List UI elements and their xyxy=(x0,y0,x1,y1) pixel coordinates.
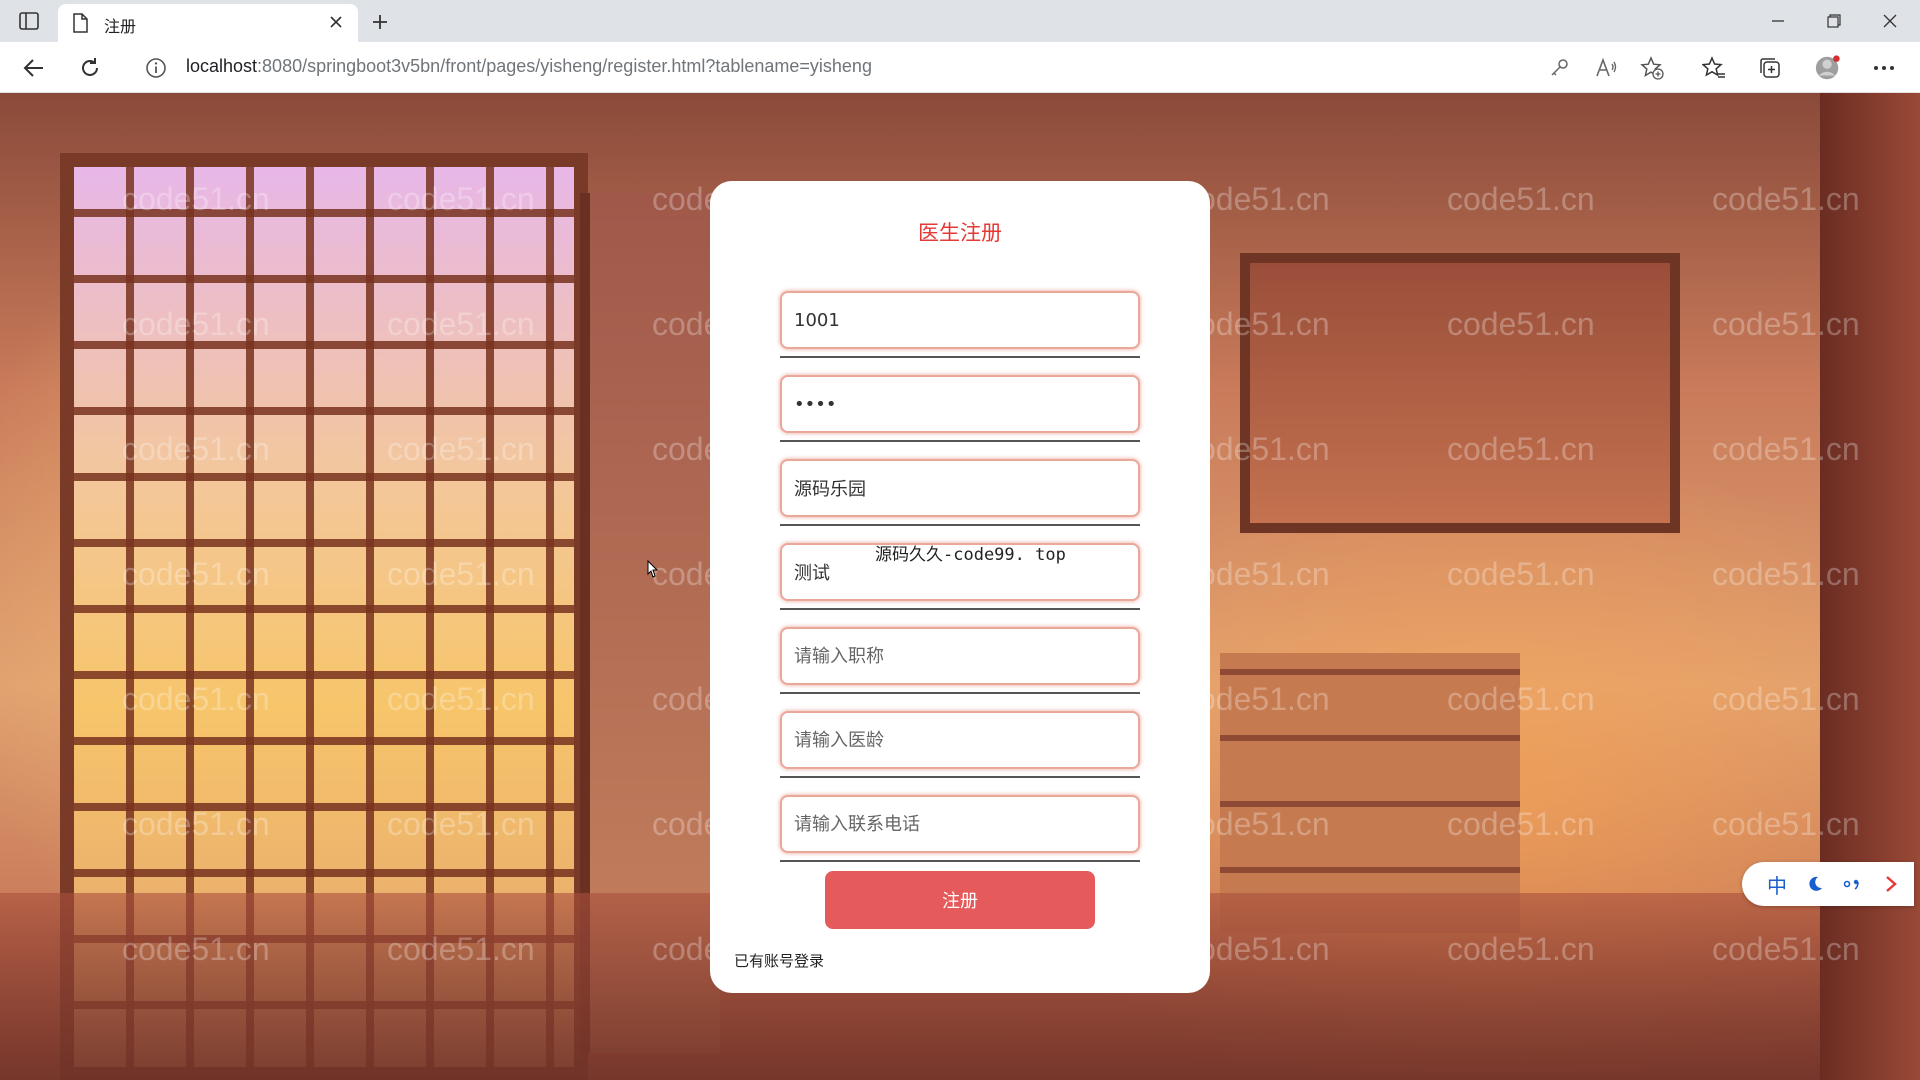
field-underline xyxy=(780,860,1140,862)
field-underline xyxy=(780,524,1140,526)
more-icon xyxy=(1874,66,1894,70)
mouse-pointer-icon xyxy=(647,560,659,578)
close-tab-button[interactable] xyxy=(326,12,346,32)
url-path: :8080/springboot3v5bn/front/pages/yishen… xyxy=(257,56,872,76)
avatar-icon xyxy=(1815,55,1840,80)
chevron-right-icon[interactable] xyxy=(1876,870,1906,898)
watermark-text: code51.cn xyxy=(1447,181,1595,217)
close-icon xyxy=(330,16,342,28)
field-underline xyxy=(780,776,1140,778)
add-favorite-button[interactable] xyxy=(1638,54,1666,82)
restore-icon xyxy=(1827,14,1841,28)
new-tab-button[interactable] xyxy=(366,8,394,36)
title-input[interactable] xyxy=(780,627,1140,685)
star-add-icon xyxy=(1640,56,1664,80)
refresh-button[interactable] xyxy=(74,52,106,84)
password-input[interactable] xyxy=(780,375,1140,433)
favorites-button[interactable] xyxy=(1700,54,1728,82)
collections-button[interactable] xyxy=(1756,54,1784,82)
back-button[interactable] xyxy=(18,52,50,84)
field-underline xyxy=(780,608,1140,610)
page-content: code51.cn code51.cn code51.cn code51.cn code… xyxy=(0,93,1920,1080)
collections-icon xyxy=(1760,58,1780,78)
tab-actions-button[interactable] xyxy=(14,8,44,34)
minimize-icon xyxy=(1772,20,1784,22)
password-key-button[interactable] xyxy=(1546,54,1574,82)
refresh-icon xyxy=(82,58,98,76)
punctuation-icon[interactable] xyxy=(1838,870,1868,898)
field-underline xyxy=(780,356,1140,358)
browser-window: 注册 localhost:8080/springboot3v5bn/front/… xyxy=(0,0,1920,1080)
username-input[interactable] xyxy=(780,291,1140,349)
watermark-text: code51.cn xyxy=(1447,556,1595,592)
profile-button[interactable] xyxy=(1814,54,1842,82)
login-link[interactable]: 已有账号登录 xyxy=(734,950,824,971)
phone-input[interactable] xyxy=(780,795,1140,853)
ime-toolbar: 中 xyxy=(1742,862,1914,906)
close-window-button[interactable] xyxy=(1868,6,1912,36)
read-aloud-icon xyxy=(1596,58,1617,77)
arrow-left-icon xyxy=(23,59,43,77)
ime-language-toggle[interactable]: 中 xyxy=(1762,870,1792,898)
info-icon[interactable] xyxy=(144,56,168,80)
register-button[interactable]: 注册 xyxy=(825,871,1095,929)
experience-input[interactable] xyxy=(780,711,1140,769)
restore-button[interactable] xyxy=(1812,6,1856,36)
background-cabinet-illustration xyxy=(1220,653,1520,933)
browser-tab[interactable]: 注册 xyxy=(58,4,358,42)
tab-actions-icon xyxy=(19,12,39,30)
page-title: 医生注册 xyxy=(918,221,1002,245)
favorites-icon xyxy=(1702,56,1725,78)
document-icon xyxy=(73,13,88,33)
background-shelf-illustration xyxy=(1240,253,1680,533)
address-bar[interactable]: localhost:8080/springboot3v5bn/front/pag… xyxy=(186,56,872,77)
field-underline xyxy=(780,692,1140,694)
plus-icon xyxy=(373,15,387,29)
url-host: localhost xyxy=(186,56,258,76)
more-menu-button[interactable] xyxy=(1870,54,1898,82)
moon-icon[interactable] xyxy=(1800,870,1830,898)
register-card: 医生注册 源码久久-code99. top 注册 已有账号登录 xyxy=(710,181,1210,993)
close-icon xyxy=(1883,14,1897,28)
key-icon xyxy=(1551,59,1568,76)
read-aloud-button[interactable] xyxy=(1592,54,1620,82)
tab-strip: 注册 xyxy=(0,0,1920,42)
navigation-bar: localhost:8080/springboot3v5bn/front/pag… xyxy=(0,42,1920,93)
minimize-button[interactable] xyxy=(1756,6,1800,36)
name-input[interactable] xyxy=(780,459,1140,517)
tab-title: 注册 xyxy=(104,17,137,36)
field-underline xyxy=(780,440,1140,442)
background-post-illustration xyxy=(1820,93,1920,1080)
overlay-watermark-text: 源码久久-code99. top xyxy=(875,545,1066,565)
